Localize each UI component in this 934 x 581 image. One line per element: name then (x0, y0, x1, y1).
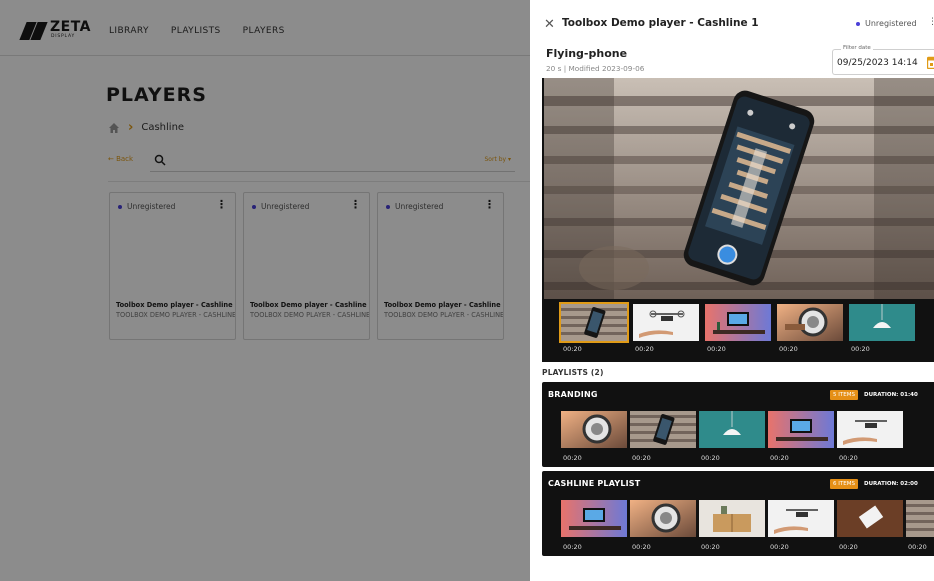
thumb-duration: 00:20 (563, 454, 582, 462)
thumb-duration: 00:20 (635, 345, 654, 353)
thumb-duration: 00:20 (701, 543, 720, 551)
timeline-thumb[interactable] (559, 302, 629, 343)
player-detail-panel: ✕ Toolbox Demo player - Cashline 1 Unreg… (530, 0, 934, 581)
drone-image-icon (633, 304, 699, 341)
playlist-thumb[interactable] (630, 500, 696, 537)
playlist-thumb[interactable] (768, 500, 834, 537)
calendar-icon[interactable] (927, 56, 934, 69)
playlist-thumb[interactable] (768, 411, 834, 448)
panel-menu-icon[interactable]: ⋮ (928, 17, 934, 27)
preview-image (544, 78, 934, 299)
player-preview-box: Flying-phone 20 s | Modified 2023-09-06 … (542, 42, 934, 362)
speaker-image-icon (561, 411, 627, 448)
panel-header: ✕ Toolbox Demo player - Cashline 1 Unreg… (530, 0, 934, 42)
playlist-thumb[interactable] (699, 500, 765, 537)
panel-status-badge: Unregistered (856, 19, 917, 28)
playlist-thumb[interactable] (906, 500, 934, 537)
panel-status-text: Unregistered (865, 19, 917, 28)
playlist-thumb[interactable] (837, 411, 903, 448)
items-badge: 5 ITEMS (830, 390, 858, 400)
cabinet-image-icon (699, 500, 765, 537)
filter-date-field[interactable]: Filter date 09/25/2023 14:14 (832, 45, 934, 75)
thumb-duration: 00:20 (839, 454, 858, 462)
playlist-name: BRANDING (548, 390, 598, 399)
lamp-image-icon (699, 411, 765, 448)
filter-date-value: 09/25/2023 14:14 (837, 58, 918, 68)
timeline-thumb[interactable] (777, 304, 843, 341)
speaker-image-icon (630, 500, 696, 537)
playlist-thumb[interactable] (699, 411, 765, 448)
thumb-duration: 00:20 (839, 543, 858, 551)
playlist-thumb[interactable] (630, 411, 696, 448)
drone-image-icon (837, 411, 903, 448)
phone-image-icon (906, 500, 934, 537)
playlist-duration: DURATION: 01:40 (864, 392, 918, 398)
card-image-icon (837, 500, 903, 537)
asset-name: Flying-phone (546, 47, 628, 60)
thumb-duration: 00:20 (770, 543, 789, 551)
phone-image-icon (630, 411, 696, 448)
drone-image-icon (768, 500, 834, 537)
lamp-image-icon (849, 304, 915, 341)
thumb-duration: 00:20 (701, 454, 720, 462)
thumb-duration: 00:20 (851, 345, 870, 353)
thumb-duration: 00:20 (632, 454, 651, 462)
thumb-duration: 00:20 (908, 543, 927, 551)
desk-image-icon (705, 304, 771, 341)
filter-date-label: Filter date (841, 45, 873, 51)
timeline-thumb[interactable] (633, 304, 699, 341)
phone-image-icon (544, 78, 934, 299)
playlist-thumb[interactable] (837, 500, 903, 537)
panel-title: Toolbox Demo player - Cashline 1 (562, 17, 759, 29)
thumb-duration: 00:20 (632, 543, 651, 551)
timeline-thumb[interactable] (849, 304, 915, 341)
speaker-image-icon (777, 304, 843, 341)
asset-meta: 20 s | Modified 2023-09-06 (546, 64, 645, 73)
playlists-heading: PLAYLISTS (2) (542, 368, 604, 377)
modal-backdrop[interactable] (0, 0, 530, 581)
timeline-thumb[interactable] (705, 304, 771, 341)
playlist-thumb[interactable] (561, 500, 627, 537)
thumb-duration: 00:20 (770, 454, 789, 462)
thumb-duration: 00:20 (707, 345, 726, 353)
playlist-thumb[interactable] (561, 411, 627, 448)
playlist-card[interactable]: CASHLINE PLAYLIST 6 ITEMS DURATION: 02:0… (542, 471, 934, 556)
desk-image-icon (768, 411, 834, 448)
close-icon[interactable]: ✕ (544, 18, 555, 31)
thumb-duration: 00:20 (563, 543, 582, 551)
status-dot-icon (856, 21, 860, 26)
items-badge: 6 ITEMS (830, 479, 858, 489)
playlist-duration: DURATION: 02:00 (864, 481, 918, 487)
desk-image-icon (561, 500, 627, 537)
timeline-strip: 00:20 00:20 00:20 00:20 00:20 (542, 299, 934, 358)
current-asset-info: Flying-phone 20 s | Modified 2023-09-06 … (542, 42, 934, 78)
thumb-duration: 00:20 (563, 345, 582, 353)
playlist-card[interactable]: BRANDING 5 ITEMS DURATION: 01:40 ⚙ (542, 382, 934, 467)
playlist-name: CASHLINE PLAYLIST (548, 479, 641, 488)
phone-image-icon (561, 304, 627, 341)
thumb-duration: 00:20 (779, 345, 798, 353)
